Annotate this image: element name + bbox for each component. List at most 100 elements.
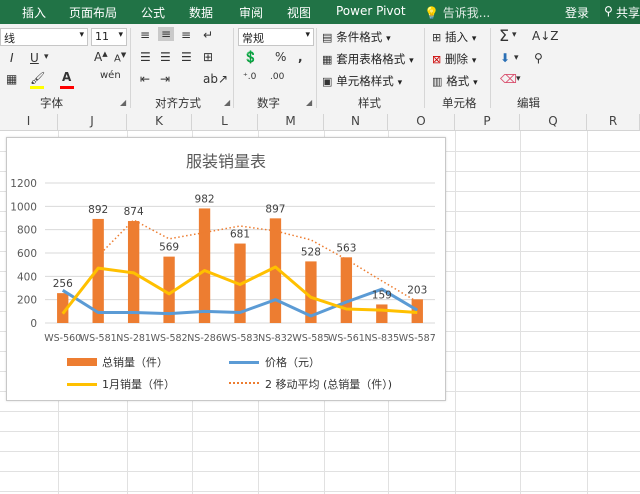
chevron-down-icon: ▾: [473, 78, 478, 88]
percent-icon[interactable]: %: [275, 50, 286, 64]
conditional-format-button[interactable]: ▤ 条件格式 ▾: [322, 29, 391, 45]
x-tick-label: WS-561: [328, 333, 365, 344]
column-header-J[interactable]: J: [58, 114, 127, 130]
font-color-icon[interactable]: A: [62, 70, 71, 84]
group-label-alignment: 对齐方式: [155, 96, 201, 110]
ribbon-tab-3[interactable]: 数据: [189, 4, 213, 21]
orientation-icon[interactable]: ab↗: [203, 72, 228, 86]
delete-cells-button[interactable]: ⊠ 删除 ▾: [432, 51, 476, 67]
format-icon: ▥: [432, 75, 443, 88]
bar[interactable]: [198, 208, 211, 323]
column-header-R[interactable]: R: [587, 114, 640, 130]
align-left-icon[interactable]: ☰: [140, 50, 151, 64]
legend-swatch-trend: [229, 382, 259, 384]
data-label: 897: [265, 203, 285, 215]
column-header-Q[interactable]: Q: [520, 114, 587, 130]
x-tick-label: WS-581: [80, 333, 117, 344]
column-header-M[interactable]: M: [258, 114, 324, 130]
decrease-indent-icon[interactable]: ⇤: [140, 72, 150, 86]
chevron-down-icon[interactable]: ▾: [516, 74, 521, 84]
chart-area[interactable]: 服装销量表 0 200 400 600 800 1000 1200 WS-560 WS-581 N…: [6, 137, 446, 401]
insert-cells-button[interactable]: ⊞ 插入 ▾: [432, 29, 476, 45]
chevron-down-icon[interactable]: ▾: [514, 53, 519, 63]
column-header-K[interactable]: K: [127, 114, 192, 130]
clear-icon[interactable]: ⌫: [500, 72, 517, 86]
chevron-down-icon: ▾: [471, 56, 477, 66]
ribbon-tab-1[interactable]: 页面布局: [69, 4, 117, 21]
dialog-launcher-icon[interactable]: ◢: [306, 98, 312, 107]
decrease-font-icon[interactable]: A▼: [114, 51, 126, 64]
series-line-moving-average[interactable]: [97, 219, 418, 303]
phonetic-icon[interactable]: wén: [100, 70, 121, 81]
find-select-icon[interactable]: ⚲: [534, 51, 543, 65]
table-icon: ▦: [322, 53, 333, 66]
increase-indent-icon[interactable]: ⇥: [160, 72, 170, 86]
chevron-down-icon[interactable]: ▾: [44, 52, 49, 62]
align-center-icon[interactable]: ☰: [160, 50, 171, 64]
legend-swatch-jan: [67, 383, 97, 386]
x-tick-label: WS-585: [292, 333, 329, 344]
ribbon-tab-bar: 💡 告诉我... 登录 ⚲ 共享 插入 页面布局 公式 数据 审阅 视图 Power Piv…: [0, 0, 640, 24]
group-label-number: 数字: [257, 96, 280, 110]
ribbon-tab-0[interactable]: 插入: [22, 4, 46, 21]
tell-me-box[interactable]: 💡 告诉我...: [424, 4, 490, 21]
number-format-select[interactable]: 常规 ▾: [238, 28, 314, 46]
column-header-L[interactable]: L: [192, 114, 258, 130]
bar[interactable]: [376, 304, 388, 323]
fill-color-icon[interactable]: 🖌: [30, 71, 45, 85]
fill-down-icon[interactable]: ⬇: [500, 51, 510, 65]
merge-icon[interactable]: ⊞: [203, 50, 213, 64]
ribbon-tab-5[interactable]: 视图: [287, 4, 311, 21]
format-as-table-button[interactable]: ▦ 套用表格格式 ▾: [322, 51, 414, 67]
wrap-text-icon[interactable]: ↵: [203, 28, 213, 42]
format-cells-button[interactable]: ▥ 格式 ▾: [432, 73, 478, 89]
column-header-O[interactable]: O: [388, 114, 455, 130]
comma-icon[interactable]: ,: [298, 50, 303, 64]
font-name-select[interactable]: 线 ▾: [0, 28, 88, 46]
chevron-down-icon[interactable]: ▾: [512, 30, 517, 40]
column-header-P[interactable]: P: [455, 114, 520, 130]
cell-styles-button[interactable]: ▣ 单元格样式 ▾: [322, 73, 402, 89]
ribbon-tab-6[interactable]: Power Pivot: [336, 4, 406, 18]
sort-filter-icon[interactable]: A↓Z: [532, 29, 558, 43]
legend-moving-average[interactable]: 2 移动平均 (总销量（件）): [265, 376, 392, 392]
y-tick-label: 600: [17, 248, 37, 260]
legend-price[interactable]: 价格（元）: [265, 354, 320, 370]
share-button[interactable]: ⚲ 共享: [600, 0, 640, 24]
data-label: 874: [124, 206, 144, 218]
ribbon-tab-4[interactable]: 审阅: [239, 4, 263, 21]
currency-icon[interactable]: 💲: [243, 50, 258, 64]
column-header-N[interactable]: N: [324, 114, 388, 130]
column-header-I[interactable]: I: [0, 114, 58, 130]
font-color-bar: [60, 86, 74, 89]
chevron-down-icon: ▾: [305, 30, 310, 40]
chevron-down-icon: ▾: [471, 34, 477, 44]
ribbon-tab-2[interactable]: 公式: [141, 4, 165, 21]
align-bottom-icon[interactable]: ≡: [181, 28, 191, 42]
increase-font-icon[interactable]: A▲: [94, 50, 108, 64]
font-size-select[interactable]: 11 ▾: [91, 28, 127, 46]
person-icon: ⚲: [604, 4, 613, 18]
increase-decimal-icon[interactable]: ⁺.0: [243, 72, 256, 82]
data-label: 563: [336, 242, 356, 254]
chevron-down-icon: ▾: [386, 34, 391, 44]
y-tick-label: 1000: [10, 201, 37, 213]
align-right-icon[interactable]: ☰: [181, 50, 192, 64]
lightbulb-icon: 💡: [424, 6, 439, 20]
x-tick-label: NS-832: [258, 333, 293, 344]
group-label-cells: 单元格: [442, 96, 477, 110]
group-label-editing: 编辑: [517, 96, 540, 110]
dialog-launcher-icon[interactable]: ◢: [224, 98, 230, 107]
border-icon[interactable]: ▦: [6, 72, 17, 86]
underline-icon[interactable]: U: [30, 51, 39, 65]
bar[interactable]: [340, 257, 353, 323]
legend-jan-sales[interactable]: 1月销量（件）: [102, 376, 175, 392]
dialog-launcher-icon[interactable]: ◢: [120, 98, 126, 107]
login-link[interactable]: 登录: [565, 4, 589, 21]
italic-icon[interactable]: I: [10, 51, 14, 65]
autosum-icon[interactable]: Σ: [499, 26, 509, 45]
decrease-decimal-icon[interactable]: .00: [270, 72, 284, 82]
align-top-icon[interactable]: ≡: [140, 28, 150, 42]
align-middle-icon[interactable]: ≡: [158, 27, 175, 41]
legend-total-sales[interactable]: 总销量（件）: [102, 354, 168, 370]
